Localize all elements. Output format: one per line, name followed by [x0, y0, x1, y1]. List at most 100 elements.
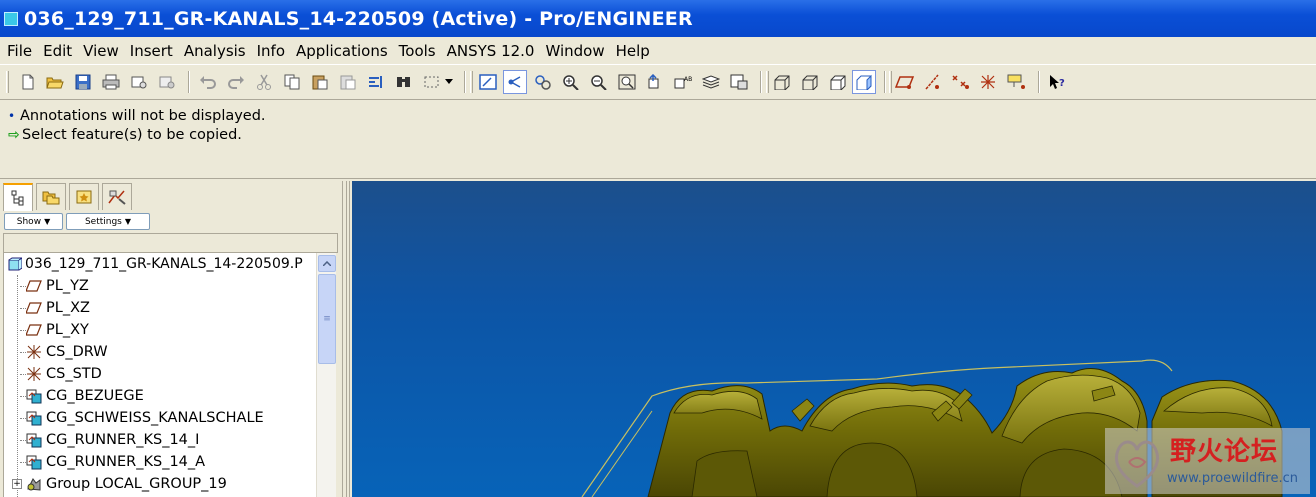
tree-item-label: CG_RUNNER_KS_14_I	[46, 432, 200, 448]
find-icon[interactable]	[392, 70, 416, 94]
redo-icon[interactable]	[224, 70, 248, 94]
scroll-up-button[interactable]	[318, 255, 336, 272]
tree-root[interactable]: 036_129_711_GR-KANALS_14-220509.P	[4, 253, 316, 275]
tree-column-header	[3, 233, 338, 253]
message-text: Annotations will not be displayed.	[20, 107, 266, 124]
tree-item-label: PL_XZ	[46, 300, 90, 316]
reorient-icon[interactable]	[643, 70, 667, 94]
window-title: 036_129_711_GR-KANALS_14-220509 (Active)…	[24, 7, 693, 30]
tree-item[interactable]: PL_XY	[4, 319, 316, 341]
show-dropdown[interactable]: Show ▼	[4, 213, 63, 230]
coordinate-system-icon	[26, 366, 42, 382]
scroll-thumb[interactable]: ≡	[318, 274, 336, 364]
datum-axes-icon[interactable]	[921, 70, 945, 94]
main-toolbar: AB ?	[0, 64, 1316, 100]
menu-file[interactable]: File	[2, 42, 38, 60]
layers-icon[interactable]	[699, 70, 723, 94]
menu-info[interactable]: Info	[252, 42, 291, 60]
model-tree: 036_129_711_GR-KANALS_14-220509.P PL_YZ …	[3, 253, 316, 497]
saved-views-icon[interactable]: AB	[671, 70, 695, 94]
splitter-grip-line	[346, 181, 347, 497]
spin-center-icon[interactable]	[503, 70, 527, 94]
tree-item[interactable]: CG_BEZUEGE	[4, 385, 316, 407]
copy-geometry-icon	[26, 388, 42, 404]
settings-dropdown[interactable]: Settings ▼	[66, 213, 150, 230]
tree-item[interactable]: CG_RUNNER_KS_14_A	[4, 451, 316, 473]
no-hidden-icon[interactable]	[826, 70, 850, 94]
menu-bar: File Edit View Insert Analysis Info Appl…	[0, 37, 1316, 64]
email-link-icon[interactable]	[155, 70, 179, 94]
orient-icon[interactable]	[531, 70, 555, 94]
paste-icon[interactable]	[308, 70, 332, 94]
shading-icon[interactable]	[852, 70, 876, 94]
tab-connections[interactable]	[102, 183, 132, 210]
toolbar-grip[interactable]	[766, 71, 769, 93]
tree-item[interactable]: CG_RUNNER_KS_14_I	[4, 429, 316, 451]
coordinate-systems-icon[interactable]	[977, 70, 1001, 94]
menu-ansys[interactable]: ANSYS 12.0	[442, 42, 541, 60]
undo-icon[interactable]	[196, 70, 220, 94]
email-icon[interactable]	[127, 70, 151, 94]
datum-plane-icon	[26, 300, 42, 316]
tree-item[interactable]: CG_SCHWEISS_KANALSCHALE	[4, 407, 316, 429]
refit-icon[interactable]	[615, 70, 639, 94]
toolbar-separator	[188, 71, 190, 93]
chevron-up-icon	[323, 261, 331, 266]
zoom-in-icon[interactable]	[559, 70, 583, 94]
favorites-icon	[76, 190, 92, 204]
cut-icon[interactable]	[252, 70, 276, 94]
datum-points-icon[interactable]	[949, 70, 973, 94]
tree-item[interactable]: + Group LOCAL_GROUP_19	[4, 473, 316, 495]
message-line: ⇨ Select feature(s) to be copied.	[8, 125, 1316, 144]
forum-watermark: 野火论坛 www.proewildfire.cn	[1105, 428, 1310, 494]
menu-tools[interactable]: Tools	[394, 42, 442, 60]
model-tree-icon	[11, 190, 24, 206]
copy-geometry-icon	[26, 454, 42, 470]
expand-icon[interactable]: +	[12, 479, 22, 489]
toolbar-grip[interactable]	[6, 71, 9, 93]
menu-window[interactable]: Window	[540, 42, 610, 60]
new-file-icon[interactable]	[16, 70, 40, 94]
hidden-line-icon[interactable]	[798, 70, 822, 94]
tree-item[interactable]: CS_STD	[4, 363, 316, 385]
tree-item-label: PL_YZ	[46, 278, 89, 294]
panel-splitter[interactable]	[342, 181, 352, 497]
watermark-url: www.proewildfire.cn	[1167, 471, 1298, 486]
tab-model-tree[interactable]	[3, 183, 33, 211]
menu-help[interactable]: Help	[611, 42, 656, 60]
regenerate-icon[interactable]	[364, 70, 388, 94]
tab-favorites[interactable]	[69, 183, 99, 210]
datum-plane-icon	[26, 278, 42, 294]
part-icon	[7, 256, 23, 272]
tree-item[interactable]: PL_XZ	[4, 297, 316, 319]
context-help-icon[interactable]: ?	[1045, 70, 1069, 94]
view-manager-icon[interactable]	[727, 70, 751, 94]
select-box-icon[interactable]	[420, 70, 444, 94]
repaint-icon[interactable]	[476, 70, 500, 94]
zoom-out-icon[interactable]	[587, 70, 611, 94]
tree-item[interactable]: PL_YZ	[4, 275, 316, 297]
menu-applications[interactable]: Applications	[291, 42, 394, 60]
message-area: • Annotations will not be displayed. ⇨ S…	[0, 101, 1316, 179]
print-icon[interactable]	[99, 70, 123, 94]
menu-analysis[interactable]: Analysis	[179, 42, 252, 60]
paste-special-icon[interactable]	[336, 70, 360, 94]
menu-insert[interactable]: Insert	[125, 42, 179, 60]
toolbar-grip[interactable]	[889, 71, 892, 93]
annotations-icon[interactable]	[1005, 70, 1029, 94]
select-dropdown-icon[interactable]	[442, 70, 456, 94]
message-line: • Annotations will not be displayed.	[8, 106, 1316, 125]
copy-icon[interactable]	[280, 70, 304, 94]
toolbar-separator	[884, 71, 886, 93]
wireframe-icon[interactable]	[770, 70, 794, 94]
tree-item[interactable]: CS_DRW	[4, 341, 316, 363]
toolbar-grip[interactable]	[470, 71, 473, 93]
menu-view[interactable]: View	[78, 42, 125, 60]
svg-text:AB: AB	[684, 76, 692, 83]
datum-planes-icon[interactable]	[893, 70, 917, 94]
save-icon[interactable]	[71, 70, 95, 94]
tab-folder-browser[interactable]	[36, 183, 66, 210]
open-file-icon[interactable]	[43, 70, 67, 94]
tree-scrollbar[interactable]: ≡	[316, 253, 336, 497]
menu-edit[interactable]: Edit	[38, 42, 78, 60]
